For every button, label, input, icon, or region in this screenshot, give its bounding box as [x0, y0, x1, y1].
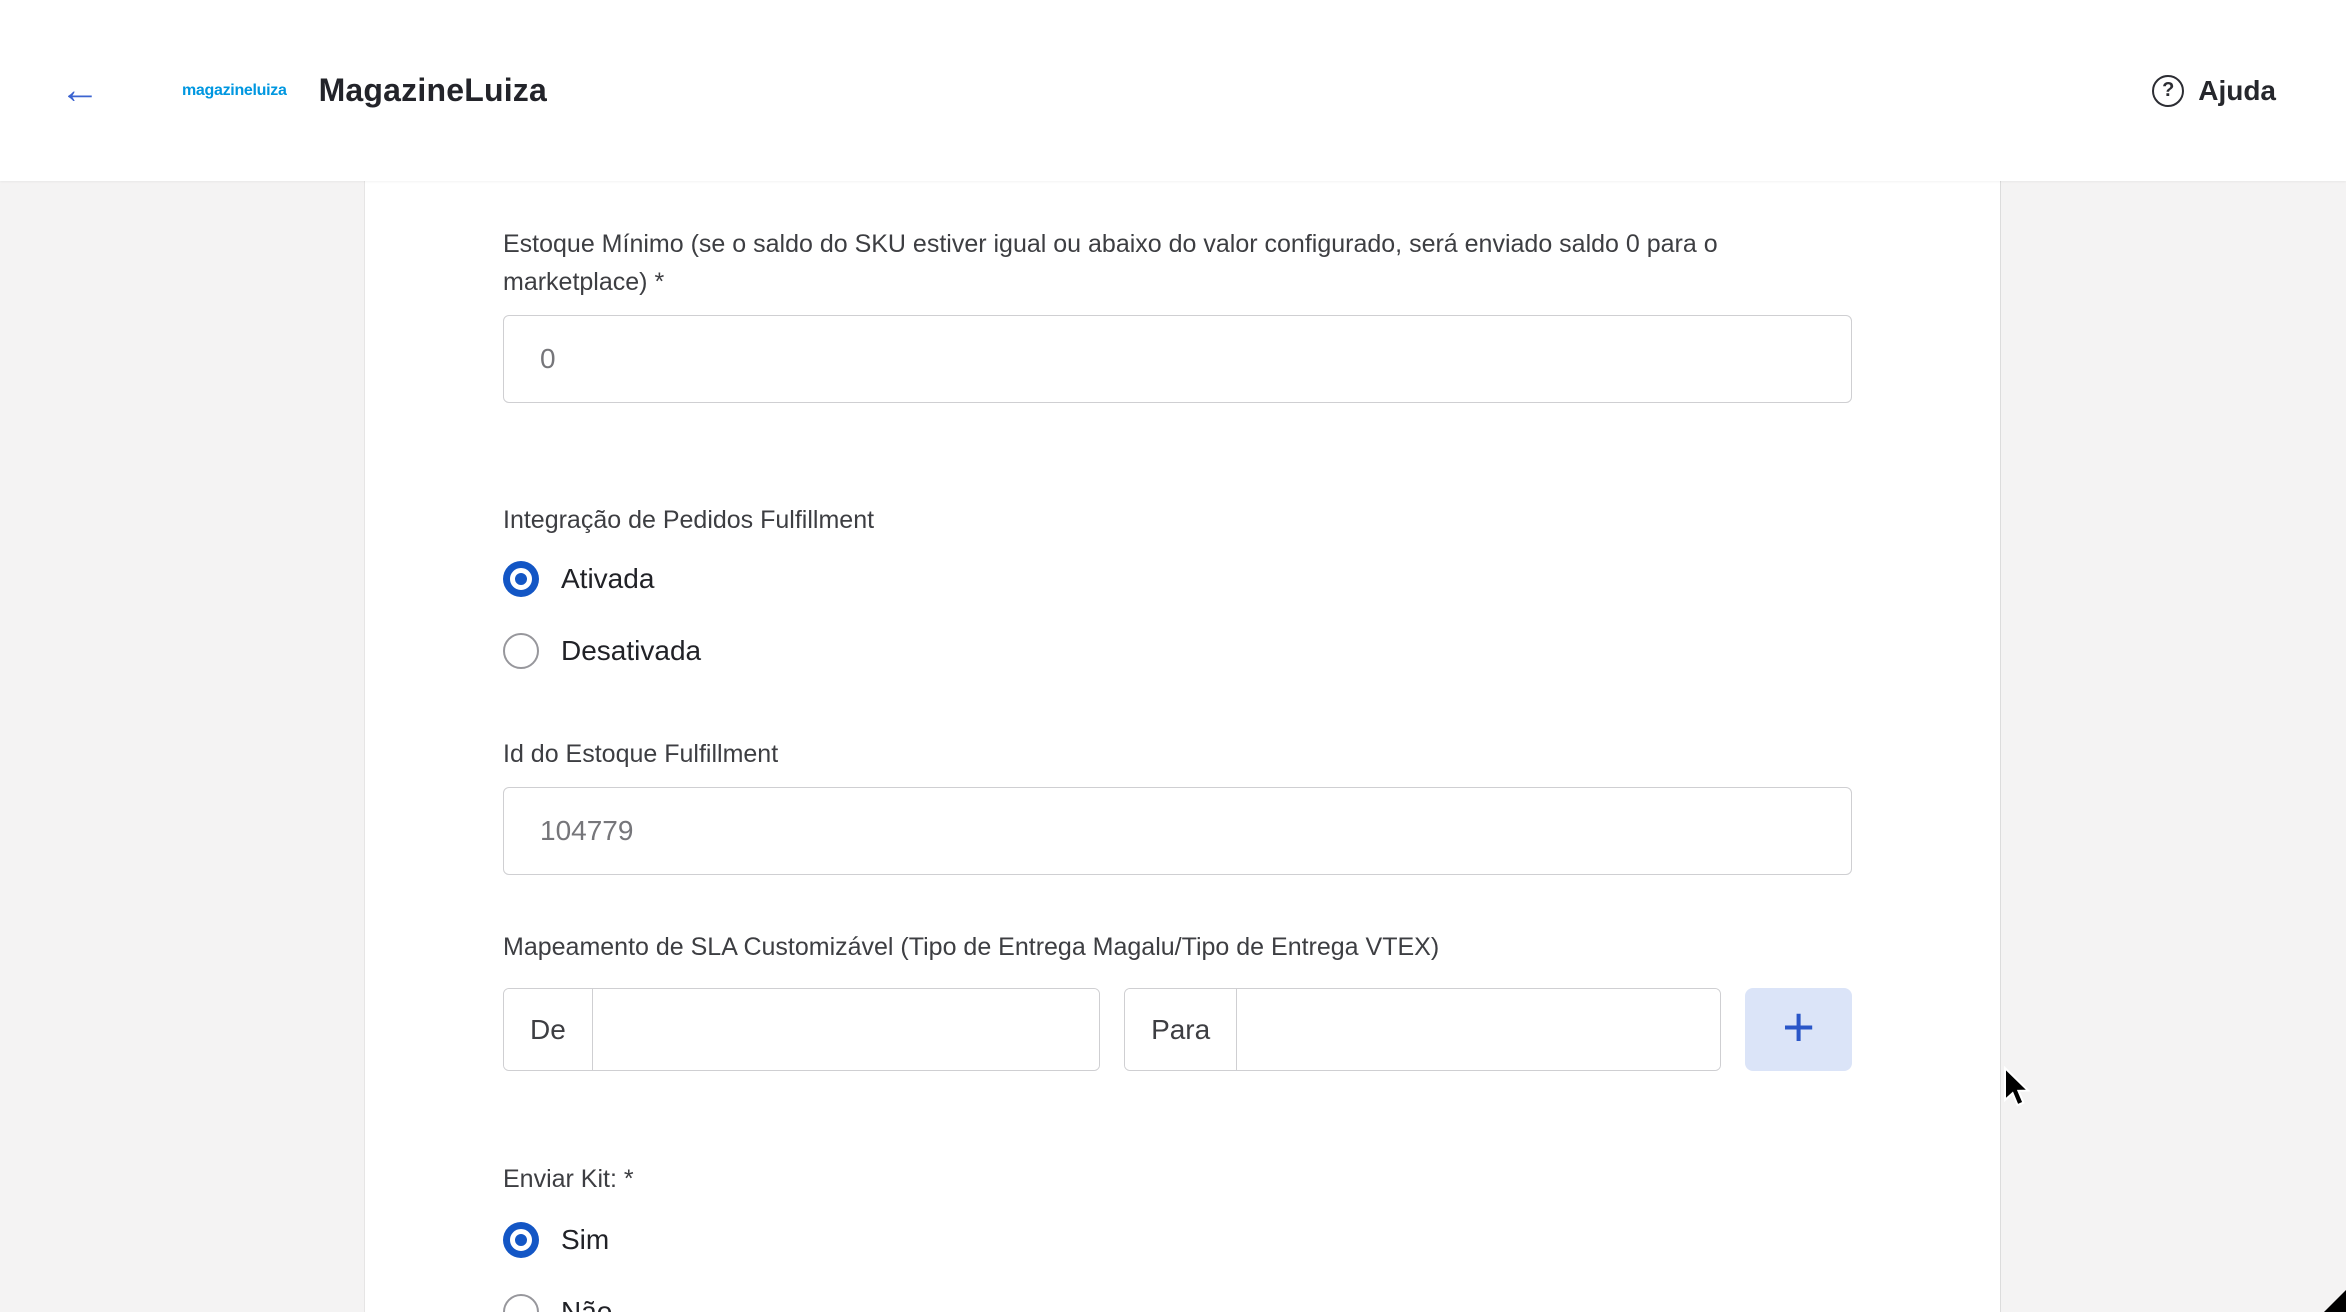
- radio-row-ativada: Ativada: [503, 561, 1852, 597]
- plus-icon: +: [1782, 999, 1815, 1055]
- id-estoque-label: Id do Estoque Fulfillment: [503, 735, 1852, 773]
- corner-cursor-artifact: [2324, 1290, 2346, 1312]
- radio-ativada[interactable]: [503, 561, 539, 597]
- radio-row-sim: Sim: [503, 1222, 1852, 1258]
- sla-para-input[interactable]: [1237, 989, 1720, 1070]
- estoque-minimo-input[interactable]: [503, 315, 1852, 403]
- radio-desativada-label[interactable]: Desativada: [561, 635, 701, 667]
- magazineluiza-logo: magazineluiza: [180, 78, 289, 104]
- radio-row-nao: Não: [503, 1294, 1852, 1312]
- estoque-minimo-label: Estoque Mínimo (se o saldo do SKU estive…: [503, 225, 1852, 301]
- question-circle-icon: ?: [2152, 75, 2184, 107]
- settings-form: Estoque Mínimo (se o saldo do SKU estive…: [365, 181, 1852, 1312]
- help-button[interactable]: ? Ajuda: [2152, 75, 2276, 107]
- settings-form-card: Estoque Mínimo (se o saldo do SKU estive…: [364, 181, 2001, 1312]
- radio-nao[interactable]: [503, 1294, 539, 1312]
- sla-mapeamento-label: Mapeamento de SLA Customizável (Tipo de …: [503, 928, 1852, 966]
- sla-para-prefix: Para: [1125, 989, 1237, 1070]
- page-title: MagazineLuiza: [319, 72, 547, 109]
- id-estoque-input[interactable]: [503, 787, 1852, 875]
- help-label: Ajuda: [2198, 75, 2276, 107]
- radio-row-desativada: Desativada: [503, 633, 1852, 669]
- sla-row: De Para +: [503, 988, 1852, 1071]
- mouse-cursor: [2003, 1066, 2037, 1110]
- sla-para-group: Para: [1124, 988, 1721, 1071]
- back-arrow-icon: ←: [60, 68, 100, 113]
- back-button[interactable]: ←: [52, 63, 108, 119]
- sla-de-group: De: [503, 988, 1100, 1071]
- top-header: ← magazineluiza MagazineLuiza ? Ajuda: [0, 0, 2346, 181]
- radio-ativada-label[interactable]: Ativada: [561, 563, 654, 595]
- enviar-kit-label: Enviar Kit: *: [503, 1160, 1852, 1198]
- sla-de-prefix: De: [504, 989, 593, 1070]
- radio-sim-label[interactable]: Sim: [561, 1224, 609, 1256]
- radio-nao-label[interactable]: Não: [561, 1296, 612, 1312]
- radio-desativada[interactable]: [503, 633, 539, 669]
- radio-sim[interactable]: [503, 1222, 539, 1258]
- sla-de-input[interactable]: [593, 989, 1099, 1070]
- integracao-pedidos-label: Integração de Pedidos Fulfillment: [503, 501, 1852, 539]
- sla-add-button[interactable]: +: [1745, 988, 1852, 1071]
